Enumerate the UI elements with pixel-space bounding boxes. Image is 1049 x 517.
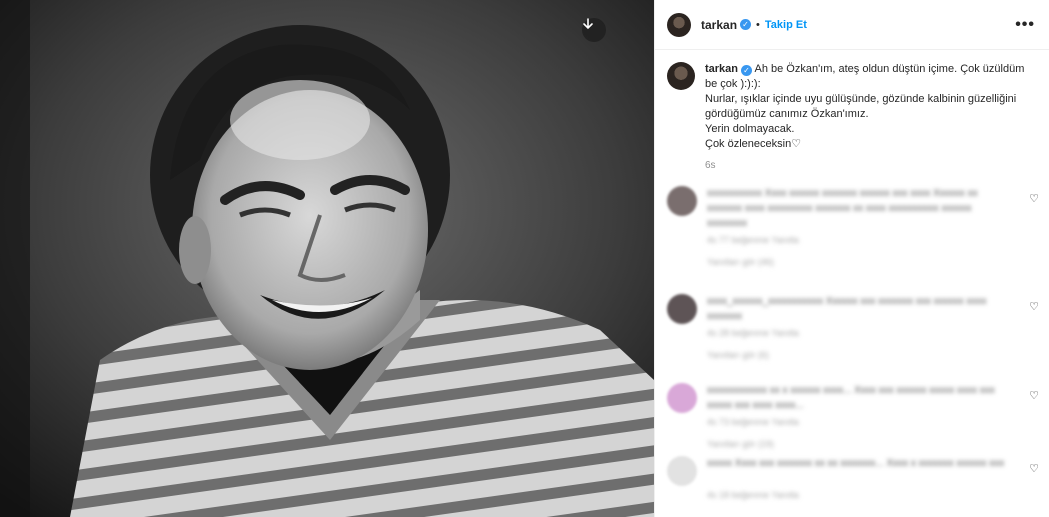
caption-line-3: Yerin dolmayacak. [705, 123, 795, 135]
commenter-avatar[interactable] [667, 456, 697, 486]
caption-username[interactable]: tarkan [705, 63, 738, 75]
photo-illustration [0, 0, 654, 517]
commenter-avatar[interactable] [667, 186, 697, 216]
comment-meta: 4s 77 beğenme Yanıtla [707, 235, 799, 245]
comment-text: xxxx_xxxxxx_xxxxxxxxxxx Xxxxxx xxx xxxxx… [707, 296, 987, 322]
view-replies-button[interactable]: Yanıtları gör (46) [707, 257, 1039, 267]
comment-meta: 4s 28 beğenme Yanıtla [707, 328, 799, 338]
like-heart-icon[interactable]: ♡ [1029, 300, 1039, 313]
comment-item: xxxxxxxxxxxx xx x xxxxxx xxxx... Xxxx xx… [667, 383, 1039, 449]
view-replies-button[interactable]: Yanıtları gör (19) [707, 439, 1039, 449]
commenter-avatar[interactable] [667, 383, 697, 413]
like-heart-icon[interactable]: ♡ [1029, 462, 1039, 475]
comment-text: xxxxxxxxxxx Xxxx xxxxxx xxxxxxx xxxxxx x… [707, 188, 978, 229]
author-username[interactable]: tarkan [701, 18, 737, 32]
comment-text: xxxxx Xxxx xxx xxxxxxx xx xx xxxxxxx... … [707, 458, 1005, 469]
post-photo[interactable] [0, 0, 654, 517]
comment-meta: 4s 73 beğenme Yanıtla [707, 417, 799, 427]
caption-line-2: Nurlar, ışıklar içinde uyu gülüşünde, gö… [705, 93, 1017, 120]
caption-avatar[interactable] [667, 62, 695, 90]
comment-item: xxxx_xxxxxx_xxxxxxxxxxx Xxxxxx xxx xxxxx… [667, 294, 1039, 360]
view-replies-button[interactable]: Yanıtları gör (6) [707, 350, 1039, 360]
author-avatar[interactable] [667, 12, 691, 37]
post-side-panel: tarkan ✓ • Takip Et ••• tarkan ✓ Ah be Öz… [654, 0, 1049, 517]
commenter-avatar[interactable] [667, 294, 697, 324]
caption-body: tarkan ✓ Ah be Özkan'ım, ateş oldun düştü… [705, 62, 1035, 173]
post-dialog: tarkan ✓ • Takip Et ••• tarkan ✓ Ah be Öz… [0, 0, 1049, 517]
download-button[interactable] [582, 18, 606, 42]
comment-text: xxxxxxxxxxxx xx x xxxxxx xxxx... Xxxx xx… [707, 385, 995, 411]
more-options-icon[interactable]: ••• [1015, 16, 1035, 34]
caption-line-4: Çok özleneceksin♡ [705, 138, 802, 150]
comment-item: xxxxx Xxxx xxx xxxxxxx xx xx xxxxxxx... … [667, 456, 1039, 500]
separator-dot: • [756, 18, 760, 31]
comment-item: xxxxxxxxxxx Xxxx xxxxxx xxxxxxx xxxxxx x… [667, 186, 1039, 267]
like-heart-icon[interactable]: ♡ [1029, 389, 1039, 402]
post-header: tarkan ✓ • Takip Et ••• [655, 0, 1049, 50]
download-icon [583, 18, 593, 30]
caption-verified-icon: ✓ [741, 65, 753, 76]
caption-time: 6s [705, 160, 716, 171]
comment-meta: 4s 18 beğenme Yanıtla [707, 490, 799, 500]
like-heart-icon[interactable]: ♡ [1029, 192, 1039, 205]
post-caption: tarkan ✓ Ah be Özkan'ım, ateş oldun düştü… [655, 50, 1049, 173]
caption-text-1: Ah be Özkan'ım, ateş oldun düştün içime.… [705, 63, 1025, 90]
caption-line-1: tarkan ✓ Ah be Özkan'ım, ateş oldun düştü… [705, 62, 1035, 92]
verified-badge-icon: ✓ [740, 19, 752, 30]
follow-button[interactable]: Takip Et [765, 19, 807, 31]
